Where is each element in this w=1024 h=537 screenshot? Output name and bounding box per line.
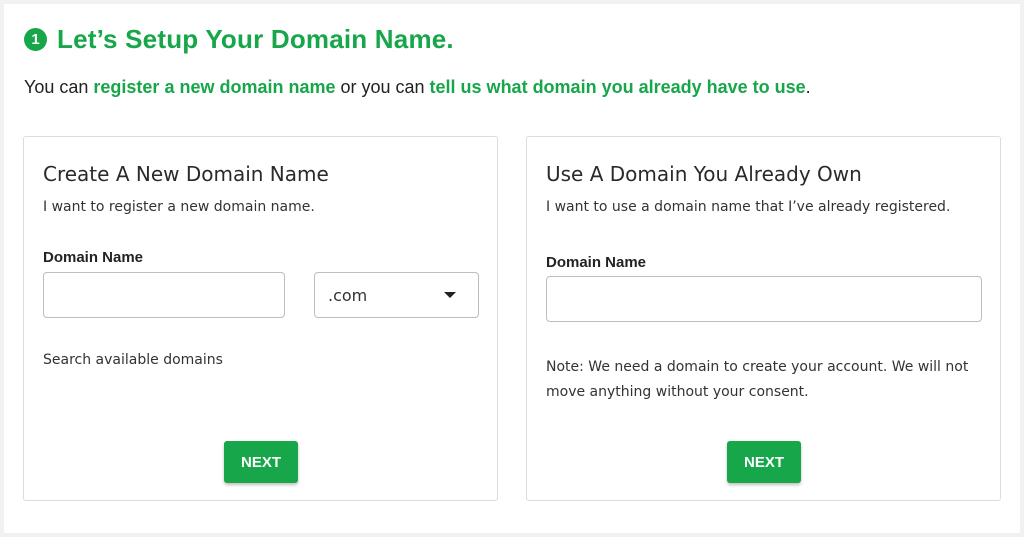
consent-note: Note: We need a domain to create your ac…: [546, 359, 969, 400]
new-domain-next-button[interactable]: NEXT: [224, 441, 298, 483]
intro-middle: or you can: [335, 77, 430, 97]
register-new-domain-link[interactable]: register a new domain name: [93, 77, 335, 97]
domain-name-label: Domain Name: [546, 254, 647, 271]
use-existing-domain-link[interactable]: tell us what domain you already have to …: [430, 77, 806, 97]
intro-prefix: You can: [24, 77, 94, 97]
domain-name-label: Domain Name: [43, 249, 144, 266]
page-container: 1 Let’s Setup Your Domain Name. You can …: [4, 4, 1020, 533]
search-available-domains-text: Search available domains: [43, 352, 223, 368]
step-number-badge: 1: [24, 28, 47, 51]
page-title: Let’s Setup Your Domain Name.: [57, 24, 454, 54]
existing-domain-next-button[interactable]: NEXT: [727, 441, 801, 483]
caret-down-icon: [444, 292, 456, 298]
existing-domain-card: Use A Domain You Already Own I want to u…: [526, 136, 1001, 501]
card-title: Create A New Domain Name: [43, 162, 329, 186]
card-subtitle: I want to use a domain name that I’ve al…: [546, 199, 951, 215]
page-heading: 1 Let’s Setup Your Domain Name.: [24, 24, 454, 55]
intro-text: You can register a new domain name or yo…: [24, 77, 811, 98]
card-title: Use A Domain You Already Own: [546, 162, 862, 186]
intro-suffix: .: [805, 77, 811, 97]
tld-select[interactable]: .com: [314, 272, 479, 318]
create-new-domain-card: Create A New Domain Name I want to regis…: [23, 136, 498, 501]
existing-domain-name-input[interactable]: [546, 276, 982, 322]
card-subtitle: I want to register a new domain name.: [43, 199, 315, 215]
tld-selected-value: .com: [328, 285, 368, 305]
new-domain-name-input[interactable]: [43, 272, 285, 318]
